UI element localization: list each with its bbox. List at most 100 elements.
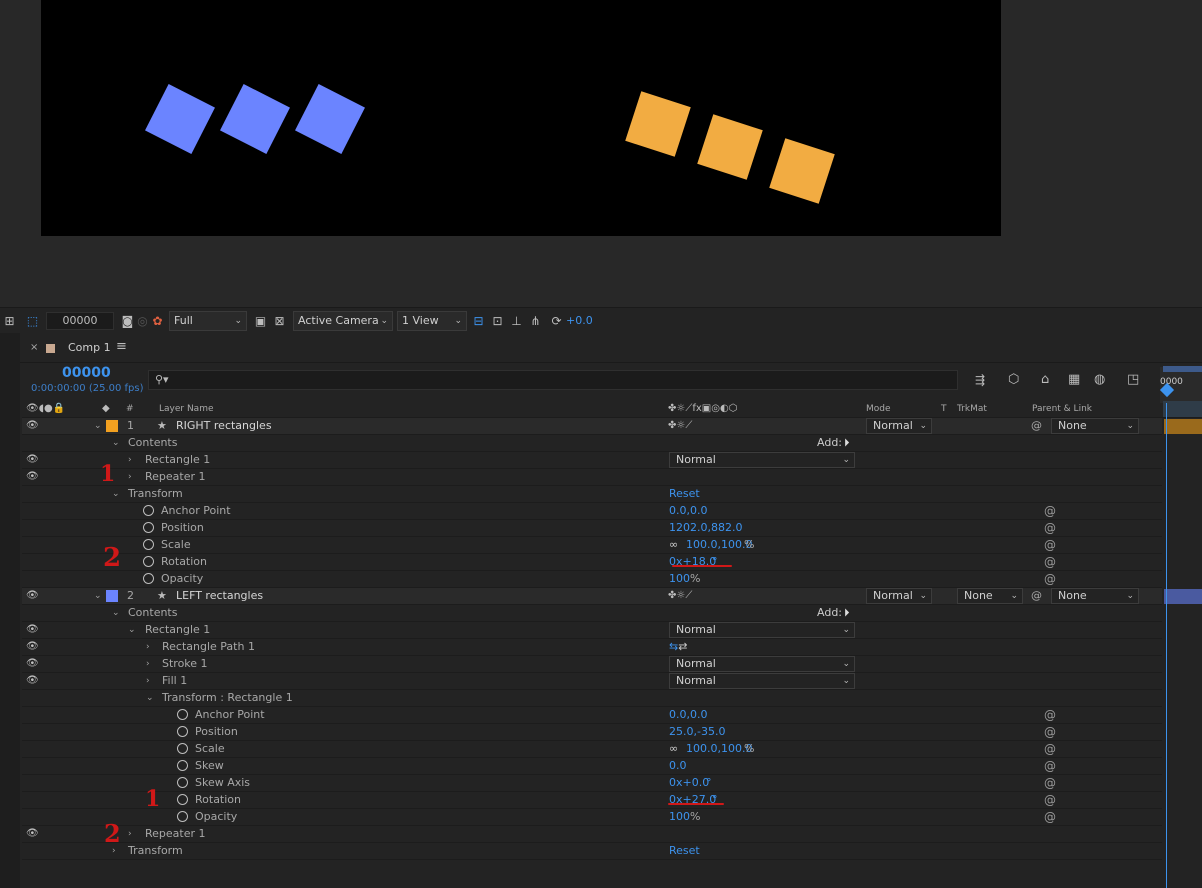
pick-whip-icon[interactable]: @ xyxy=(1044,537,1056,553)
chevron-down-icon[interactable]: ⌄ xyxy=(94,588,102,604)
add-button-icon[interactable]: ⏵ xyxy=(844,605,850,621)
eye-icon[interactable]: 👁 xyxy=(26,418,39,434)
chevron-right-icon[interactable]: › xyxy=(128,469,132,485)
eye-icon[interactable]: 👁 xyxy=(26,469,39,485)
reset-exposure-icon[interactable]: ⟳ xyxy=(549,314,564,328)
pick-whip-icon[interactable]: @ xyxy=(1044,724,1056,740)
skew-value[interactable]: 0.0 xyxy=(669,758,687,774)
eye-icon[interactable]: 👁 xyxy=(26,588,39,604)
blend-mode-dropdown[interactable]: Normal ⌄ xyxy=(866,418,932,434)
stopwatch-icon[interactable] xyxy=(177,811,188,822)
eye-icon[interactable]: 👁 xyxy=(26,639,39,655)
pick-whip-icon[interactable]: @ xyxy=(1031,588,1042,604)
stroke-row[interactable]: 👁 › Stroke 1 Normal ⌄ xyxy=(22,656,1162,673)
skew-axis-value[interactable]: 0x+0.0 xyxy=(669,775,709,791)
opacity-value[interactable]: 100 xyxy=(669,809,690,825)
chevron-down-icon[interactable]: ⌄ xyxy=(112,605,120,621)
scale-row[interactable]: Scale ∞ 100.0,100.0 % @ xyxy=(22,741,1162,758)
layer-name[interactable]: LEFT rectangles xyxy=(176,588,263,604)
contents-row[interactable]: ⌄ Contents Add: ⏵ xyxy=(22,605,1162,622)
chevron-right-icon[interactable]: › xyxy=(146,673,150,689)
pick-whip-icon[interactable]: @ xyxy=(1044,809,1056,825)
hide-shy-layers-icon[interactable]: ⌂ xyxy=(1041,372,1049,387)
chevron-down-icon[interactable]: ⌄ xyxy=(112,435,120,451)
stopwatch-icon[interactable] xyxy=(143,522,154,533)
frame-blending-icon[interactable]: ▦ xyxy=(1068,372,1080,387)
eye-icon[interactable]: 👁 xyxy=(26,656,39,672)
scale-row[interactable]: Scale ∞ 100.0,100.0 % @ xyxy=(22,537,1162,554)
layer-switches[interactable]: ✤☼⟋ xyxy=(668,418,692,434)
rectangle-path-row[interactable]: 👁 › Rectangle Path 1 ⇆⇄ xyxy=(22,639,1162,656)
time-ruler[interactable]: 0000 xyxy=(1159,367,1202,403)
layer-2-duration-bar[interactable] xyxy=(1164,589,1202,604)
layer-name-column-header[interactable]: Layer Name xyxy=(159,401,214,417)
rectangle-1-row[interactable]: 👁 ⌄ Rectangle 1 Normal ⌄ xyxy=(22,622,1162,639)
layer-search-input[interactable]: ⚲▾ xyxy=(148,370,958,390)
chevron-down-icon[interactable]: ⌄ xyxy=(112,486,120,502)
pick-whip-icon[interactable]: @ xyxy=(1031,418,1042,434)
fast-draft-icon[interactable]: ⊡ xyxy=(490,314,505,328)
transform-rectangle-row[interactable]: ⌄ Transform : Rectangle 1 xyxy=(22,690,1162,707)
transform-row[interactable]: ⌄ Transform Reset xyxy=(22,486,1162,503)
channel-rgb-icon[interactable]: ✿ xyxy=(150,314,165,328)
parent-dropdown[interactable]: None ⌄ xyxy=(1051,588,1139,604)
pick-whip-icon[interactable]: @ xyxy=(1044,707,1056,723)
pick-whip-icon[interactable]: @ xyxy=(1044,554,1056,570)
parent-dropdown[interactable]: None ⌄ xyxy=(1051,418,1139,434)
graph-editor-icon[interactable]: ◳ xyxy=(1127,372,1139,387)
rotation-row[interactable]: Rotation 0x+27.0 ° @ xyxy=(22,792,1162,809)
rectangle-blend-dropdown[interactable]: Normal ⌄ xyxy=(669,622,855,638)
anchor-point-value[interactable]: 0.0,0.0 xyxy=(669,503,707,519)
fast-previews-icon[interactable]: ▣ xyxy=(253,314,268,328)
position-value[interactable]: 25.0,-35.0 xyxy=(669,724,725,740)
layer-switches[interactable]: ✤☼⟋ xyxy=(668,588,692,604)
anchor-point-value[interactable]: 0.0,0.0 xyxy=(669,707,707,723)
chevron-right-icon[interactable]: › xyxy=(128,452,132,468)
camera-view-dropdown[interactable]: Active Camera ⌄ xyxy=(293,310,393,331)
layer-row-2[interactable]: 👁 ⌄ 2 ★ LEFT rectangles ✤☼⟋ Normal ⌄ None… xyxy=(22,588,1162,605)
stopwatch-icon[interactable] xyxy=(177,794,188,805)
pick-whip-icon[interactable]: @ xyxy=(1044,758,1056,774)
eye-icon[interactable]: 👁 xyxy=(26,622,39,638)
rectangle-1-row[interactable]: 👁 › Rectangle 1 Normal ⌄ xyxy=(22,452,1162,469)
label-color-swatch[interactable] xyxy=(106,420,118,432)
viewer-timecode-field[interactable]: 00000 xyxy=(46,311,114,330)
chevron-down-icon[interactable]: ⌄ xyxy=(128,622,136,638)
show-snapshot-icon[interactable]: ◎ xyxy=(135,314,150,328)
comp-tab-title[interactable]: Comp 1 xyxy=(68,341,111,354)
current-timecode[interactable]: 00000 xyxy=(62,365,111,381)
position-row[interactable]: Position 25.0,-35.0 @ xyxy=(22,724,1162,741)
panel-menu-icon[interactable]: ≡ xyxy=(116,339,127,354)
pick-whip-icon[interactable]: @ xyxy=(1044,792,1056,808)
pick-whip-icon[interactable]: @ xyxy=(1044,741,1056,757)
chevron-right-icon[interactable]: › xyxy=(146,639,150,655)
skew-axis-row[interactable]: Skew Axis 0x+0.0 ° @ xyxy=(22,775,1162,792)
stopwatch-icon[interactable] xyxy=(177,726,188,737)
chevron-down-icon[interactable]: ⌄ xyxy=(146,690,154,706)
reset-link[interactable]: Reset xyxy=(669,486,700,502)
always-preview-icon[interactable]: ⊞ xyxy=(2,314,17,328)
reset-link[interactable]: Reset xyxy=(669,843,700,859)
stopwatch-icon[interactable] xyxy=(177,760,188,771)
toggle-pixel-aspect-icon[interactable]: ⊟ xyxy=(471,314,486,328)
exposure-value[interactable]: +0.0 xyxy=(566,314,593,327)
eye-icon[interactable]: 👁 xyxy=(26,452,39,468)
stopwatch-icon[interactable] xyxy=(177,743,188,754)
position-value[interactable]: 1202.0,882.0 xyxy=(669,520,742,536)
rotation-value[interactable]: 0x+18.0 xyxy=(669,554,716,570)
work-area-bar[interactable] xyxy=(1163,366,1202,372)
layer-name[interactable]: RIGHT rectangles xyxy=(176,418,272,434)
composition-canvas[interactable] xyxy=(41,0,1001,236)
transparency-grid-icon[interactable]: ⊠ xyxy=(272,314,287,328)
stopwatch-icon[interactable] xyxy=(143,539,154,550)
eye-icon[interactable]: 👁 xyxy=(26,673,39,689)
draft-3d-icon[interactable]: ⬡ xyxy=(1008,372,1019,387)
repeater-1-row[interactable]: 👁 › Repeater 1 xyxy=(22,826,1162,843)
label-color-swatch[interactable] xyxy=(106,590,118,602)
constrain-proportions-icon[interactable]: ∞ xyxy=(669,537,678,553)
stroke-blend-dropdown[interactable]: Normal ⌄ xyxy=(669,656,855,672)
blend-mode-dropdown[interactable]: Normal ⌄ xyxy=(866,588,932,604)
add-button-icon[interactable]: ⏵ xyxy=(844,435,850,451)
skew-row[interactable]: Skew 0.0 @ xyxy=(22,758,1162,775)
stopwatch-icon[interactable] xyxy=(143,505,154,516)
